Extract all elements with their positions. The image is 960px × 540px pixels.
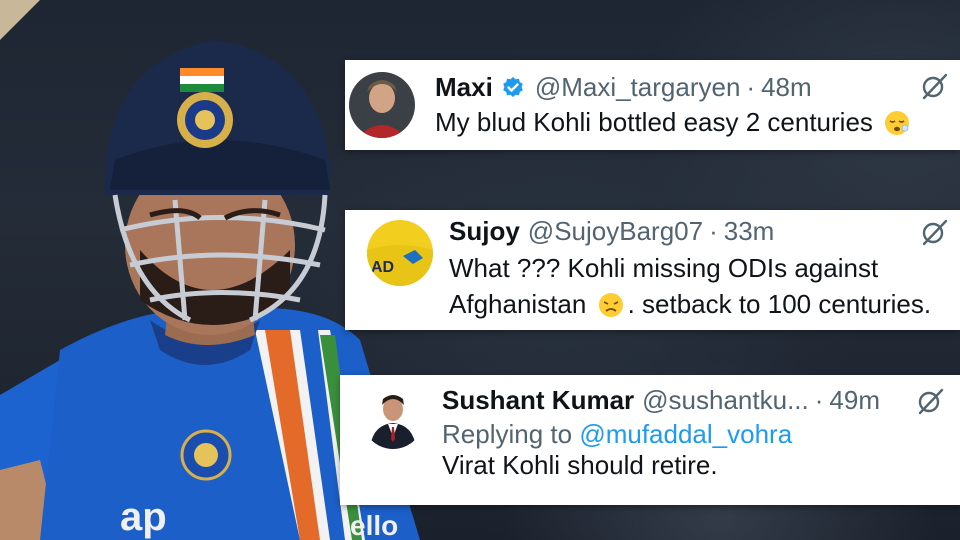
avatar[interactable]: AD	[367, 220, 433, 286]
tweet-header: Sushant Kumar @sushantku... · 49m	[442, 385, 880, 416]
timestamp[interactable]: 48m	[761, 72, 812, 103]
reply-prefix: Replying to	[442, 419, 573, 449]
svg-text:AD: AD	[371, 259, 394, 276]
display-name[interactable]: Sujoy	[449, 216, 520, 247]
tweet-header: Sujoy @SujoyBarg07 · 33m	[449, 216, 774, 247]
svg-text:ello: ello	[350, 510, 398, 540]
timestamp[interactable]: 33m	[724, 216, 775, 247]
sleepy-face-icon	[885, 111, 910, 135]
tweet-text: Virat Kohli should retire.	[442, 450, 718, 480]
display-name[interactable]: Sushant Kumar	[442, 385, 634, 416]
avatar[interactable]	[362, 387, 424, 449]
separator: ·	[814, 385, 824, 415]
disappointed-face-icon	[598, 293, 623, 317]
reply-mention-link[interactable]: @mufaddal_vohra	[579, 419, 792, 449]
tweet-header: Maxi @Maxi_targaryen · 48m	[435, 72, 812, 103]
handle[interactable]: @Maxi_targaryen	[535, 72, 741, 103]
replying-to: Replying to @mufaddal_vohra	[442, 419, 792, 450]
handle[interactable]: @sushantku...	[642, 385, 809, 416]
grok-icon[interactable]	[920, 218, 948, 246]
svg-text:ap: ap	[120, 495, 167, 539]
tweet-card-sujoy[interactable]: AD Sujoy @SujoyBarg07 · 33m What ??? Koh…	[345, 210, 960, 330]
tweet-text-content: My blud Kohli bottled easy 2 centuries	[435, 107, 873, 137]
verified-badge-icon	[501, 76, 525, 100]
tweet-text: What ??? Kohli missing ODIs against Afgh…	[449, 250, 949, 322]
separator: ·	[709, 216, 718, 246]
tweet-text: My blud Kohli bottled easy 2 centuries	[435, 104, 914, 140]
tweet-card-sushant[interactable]: Sushant Kumar @sushantku... · 49m Replyi…	[340, 375, 960, 505]
tweet-text-part-2: . setback to 100 centuries.	[627, 289, 932, 319]
grok-icon[interactable]	[920, 72, 948, 100]
avatar[interactable]	[349, 72, 415, 138]
grok-icon[interactable]	[916, 387, 944, 415]
display-name[interactable]: Maxi	[435, 72, 493, 103]
separator: ·	[746, 72, 756, 102]
handle[interactable]: @SujoyBarg07	[528, 216, 703, 247]
timestamp[interactable]: 49m	[829, 385, 880, 416]
tweet-card-maxi[interactable]: Maxi @Maxi_targaryen · 48m My blud Kohli…	[345, 60, 960, 150]
